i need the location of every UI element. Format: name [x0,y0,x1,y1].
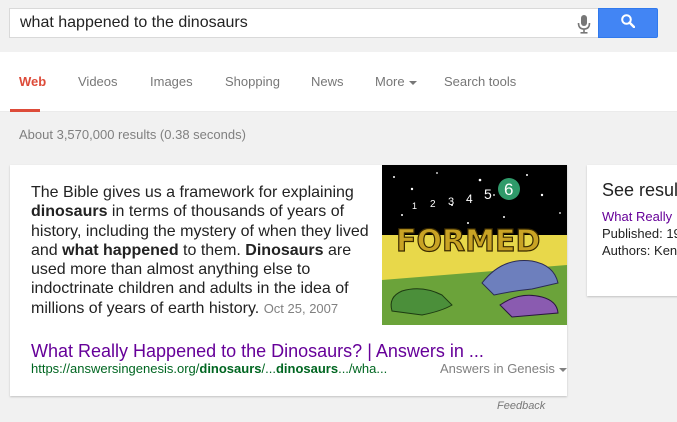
answer-snippet-text: The Bible gives us a framework for expla… [31,184,369,317]
result-title-link[interactable]: What Really Happened to the Dinosaurs? |… [31,341,484,362]
tab-images[interactable]: Images [150,74,193,89]
search-header [0,0,677,52]
active-tab-indicator [10,109,40,112]
result-url: https://answersingenesis.org/dinosaurs/.… [31,361,387,376]
url-segment: dinosaurs [275,361,339,376]
answer-date: Oct 25, 2007 [263,300,339,316]
thumbnail-number: 3 [448,196,454,208]
snippet-segment: Dinosaurs [245,241,324,259]
url-segment: /... [261,361,276,376]
thumbnail-number: 6 [504,180,513,199]
tab-search-tools[interactable]: Search tools [444,74,516,89]
feedback-link[interactable]: Feedback [497,400,545,412]
tab-shopping[interactable]: Shopping [225,74,280,89]
caret-down-icon [408,80,417,85]
snippet-segment: dinosaurs [31,203,108,221]
url-segment: .../wha... [338,361,388,376]
tab-videos[interactable]: Videos [78,74,118,89]
magnifier-icon [621,13,636,33]
tab-more-label: More [375,74,405,89]
microphone-icon[interactable] [576,14,592,34]
search-input[interactable] [20,9,560,37]
thumbnail-number: 4 [466,192,473,206]
result-stats: About 3,570,000 results (0.38 seconds) [19,127,246,142]
search-box[interactable] [9,8,599,38]
url-segment: dinosaurs [199,361,262,376]
search-button[interactable] [598,8,658,38]
thumbnail-number: 2 [430,199,436,210]
knowledge-panel-title: See resul [602,180,677,200]
result-source-label: Answers in Genesis [440,361,555,376]
knowledge-panel: See resul What Really Published: 19 Auth… [587,165,677,296]
search-tabs: Web Videos Images Shopping News More Sea… [0,52,677,112]
knowledge-panel-published: Published: 19 [602,226,677,241]
knowledge-panel-link[interactable]: What Really [602,209,672,224]
snippet-segment: to them. [178,241,246,259]
answer-snippet: The Bible gives us a framework for expla… [31,183,371,318]
tab-web[interactable]: Web [19,74,46,89]
knowledge-panel-authors: Authors: Ken [602,243,677,258]
snippet-segment: what happened [62,241,179,259]
thumbnail-number: 1 [412,201,417,211]
snippet-segment: The Bible gives us a framework for expla… [31,184,354,201]
caret-down-icon [558,367,567,372]
url-segment: https://answersingenesis.org/ [31,361,200,376]
thumbnail-number: 5 [484,186,492,202]
thumbnail-title: FORMED [396,224,540,259]
tab-more[interactable]: More [375,74,417,89]
featured-answer-card: The Bible gives us a framework for expla… [10,165,567,396]
answer-thumbnail[interactable]: 1 2 3456 FORMED [382,165,567,325]
result-source[interactable]: Answers in Genesis [440,361,567,376]
tab-news[interactable]: News [311,74,344,89]
